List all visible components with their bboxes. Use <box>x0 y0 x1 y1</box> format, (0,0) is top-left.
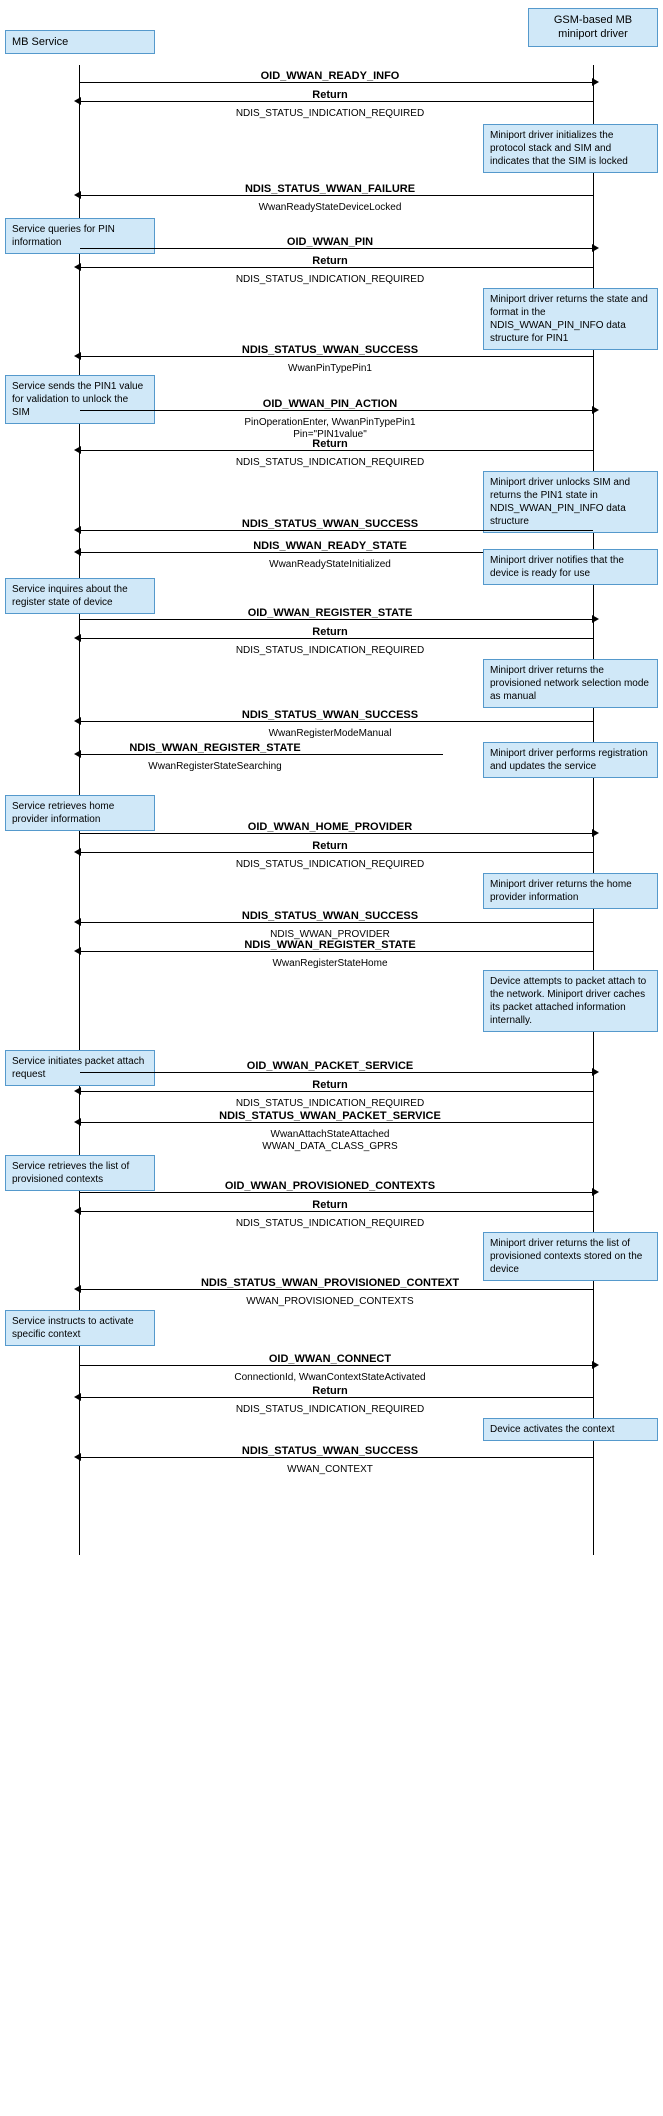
actor-left: MB Service <box>5 30 155 54</box>
arrow-success3-line <box>80 721 593 722</box>
sub-attach-state: WwanAttachStateAttached <box>0 1129 660 1140</box>
arrow-reg-state3-line <box>80 951 593 952</box>
arrow-packet-svc-line <box>80 1072 593 1073</box>
label-return2: Return <box>0 255 660 267</box>
label-failure: NDIS_STATUS_WWAN_FAILURE <box>0 183 660 195</box>
arrow-prov-ctx-ind-line <box>80 1289 593 1290</box>
arrow-return7-line <box>80 1211 593 1212</box>
label-success3: NDIS_STATUS_WWAN_SUCCESS <box>0 709 660 721</box>
arrow-reg-state2-line <box>80 754 443 755</box>
label-success1: NDIS_STATUS_WWAN_SUCCESS <box>0 344 660 356</box>
label-reg-state2: NDIS_WWAN_REGISTER_STATE <box>0 742 430 754</box>
label-prov-ctx-ind: NDIS_STATUS_WWAN_PROVISIONED_CONTEXT <box>0 1277 660 1289</box>
label-connect: OID_WWAN_CONNECT <box>0 1353 660 1365</box>
arrow-ready-info-line <box>80 82 593 83</box>
sub-pin-type: WwanPinTypePin1 <box>0 363 660 374</box>
note-home-info: Miniport driver returns the home provide… <box>483 873 658 909</box>
arrow-return6-line <box>80 1091 593 1092</box>
sub-ndis-req3: NDIS_STATUS_INDICATION_REQUIRED <box>0 457 660 468</box>
label-home-prov: OID_WWAN_HOME_PROVIDER <box>0 821 660 833</box>
note-network-mode: Miniport driver returns the provisioned … <box>483 659 658 708</box>
label-packet-svc: OID_WWAN_PACKET_SERVICE <box>0 1060 660 1072</box>
diagram-container: MB Service GSM-based MB miniport driver … <box>0 0 663 2116</box>
arrow-connect-line <box>80 1365 593 1366</box>
arrow-return1-line <box>80 101 593 102</box>
label-return8: Return <box>0 1385 660 1397</box>
arrow-success2-line <box>80 530 593 531</box>
sub-wwan-context: WWAN_CONTEXT <box>0 1464 660 1475</box>
label-return3: Return <box>0 438 660 450</box>
arrow-success5-line <box>80 1457 593 1458</box>
label-pin: OID_WWAN_PIN <box>0 236 660 248</box>
arrow-return8-line <box>80 1397 593 1398</box>
arrow-return5-line <box>80 852 593 853</box>
label-return5: Return <box>0 840 660 852</box>
note-device-ready: Miniport driver notifies that the device… <box>483 549 658 585</box>
arrow-home-prov-line <box>80 833 593 834</box>
label-return7: Return <box>0 1199 660 1211</box>
sub-prov-contexts: WWAN_PROVISIONED_CONTEXTS <box>0 1296 660 1307</box>
sub-ndis-req8: NDIS_STATUS_INDICATION_REQUIRED <box>0 1404 660 1415</box>
arrow-pin-action-line <box>80 410 593 411</box>
arrow-reg-state-line <box>80 619 593 620</box>
label-pin-action: OID_WWAN_PIN_ACTION <box>0 398 660 410</box>
sub-device-locked: WwanReadyStateDeviceLocked <box>0 202 660 213</box>
sub-ndis-req4: NDIS_STATUS_INDICATION_REQUIRED <box>0 645 660 656</box>
sub-reg-home: WwanRegisterStateHome <box>0 958 660 969</box>
sub-connection-id: ConnectionId, WwanContextStateActivated <box>0 1372 660 1383</box>
note-activate-device: Device activates the context <box>483 1418 658 1441</box>
sub-searching: WwanRegisterStateSearching <box>0 761 430 772</box>
arrow-success1-line <box>80 356 593 357</box>
arrow-pkt-svc-ind-line <box>80 1122 593 1123</box>
arrow-success4-line <box>80 922 593 923</box>
label-pkt-svc-ind: NDIS_STATUS_WWAN_PACKET_SERVICE <box>0 1110 660 1122</box>
arrow-return2-line <box>80 267 593 268</box>
label-return1: Return <box>0 89 660 101</box>
note-init-protocol: Miniport driver initializes the protocol… <box>483 124 658 173</box>
sub-pin-op: PinOperationEnter, WwanPinTypePin1 <box>0 417 660 428</box>
note-list-contexts: Miniport driver returns the list of prov… <box>483 1232 658 1281</box>
note-activate-ctx: Service instructs to activate specific c… <box>5 1310 155 1346</box>
sub-ndis-req6: NDIS_STATUS_INDICATION_REQUIRED <box>0 1098 660 1109</box>
arrow-prov-ctx-line <box>80 1192 593 1193</box>
note-registration: Miniport driver performs registration an… <box>483 742 658 778</box>
arrow-return3-line <box>80 450 593 451</box>
sub-data-class: WWAN_DATA_CLASS_GPRS <box>0 1141 660 1152</box>
label-reg-state: OID_WWAN_REGISTER_STATE <box>0 607 660 619</box>
arrow-failure-line <box>80 195 593 196</box>
note-pin-state: Miniport driver returns the state and fo… <box>483 288 658 350</box>
arrow-pin-line <box>80 248 593 249</box>
sub-ndis-req5: NDIS_STATUS_INDICATION_REQUIRED <box>0 859 660 870</box>
label-success4: NDIS_STATUS_WWAN_SUCCESS <box>0 910 660 922</box>
arrow-return4-line <box>80 638 593 639</box>
label-success2: NDIS_STATUS_WWAN_SUCCESS <box>0 518 660 530</box>
label-prov-ctx: OID_WWAN_PROVISIONED_CONTEXTS <box>0 1180 660 1192</box>
actor-right: GSM-based MB miniport driver <box>528 8 658 47</box>
note-packet-attach: Device attempts to packet attach to the … <box>483 970 658 1032</box>
sub-ndis-req7: NDIS_STATUS_INDICATION_REQUIRED <box>0 1218 660 1229</box>
sub-ndis-req2: NDIS_STATUS_INDICATION_REQUIRED <box>0 274 660 285</box>
label-ready-info: OID_WWAN_READY_INFO <box>0 70 660 82</box>
label-return6: Return <box>0 1079 660 1091</box>
sub-ndis-req1: NDIS_STATUS_INDICATION_REQUIRED <box>0 108 660 119</box>
label-reg-state3: NDIS_WWAN_REGISTER_STATE <box>0 939 660 951</box>
label-success5: NDIS_STATUS_WWAN_SUCCESS <box>0 1445 660 1457</box>
label-return4: Return <box>0 626 660 638</box>
sub-register-manual: WwanRegisterModeManual <box>0 728 660 739</box>
